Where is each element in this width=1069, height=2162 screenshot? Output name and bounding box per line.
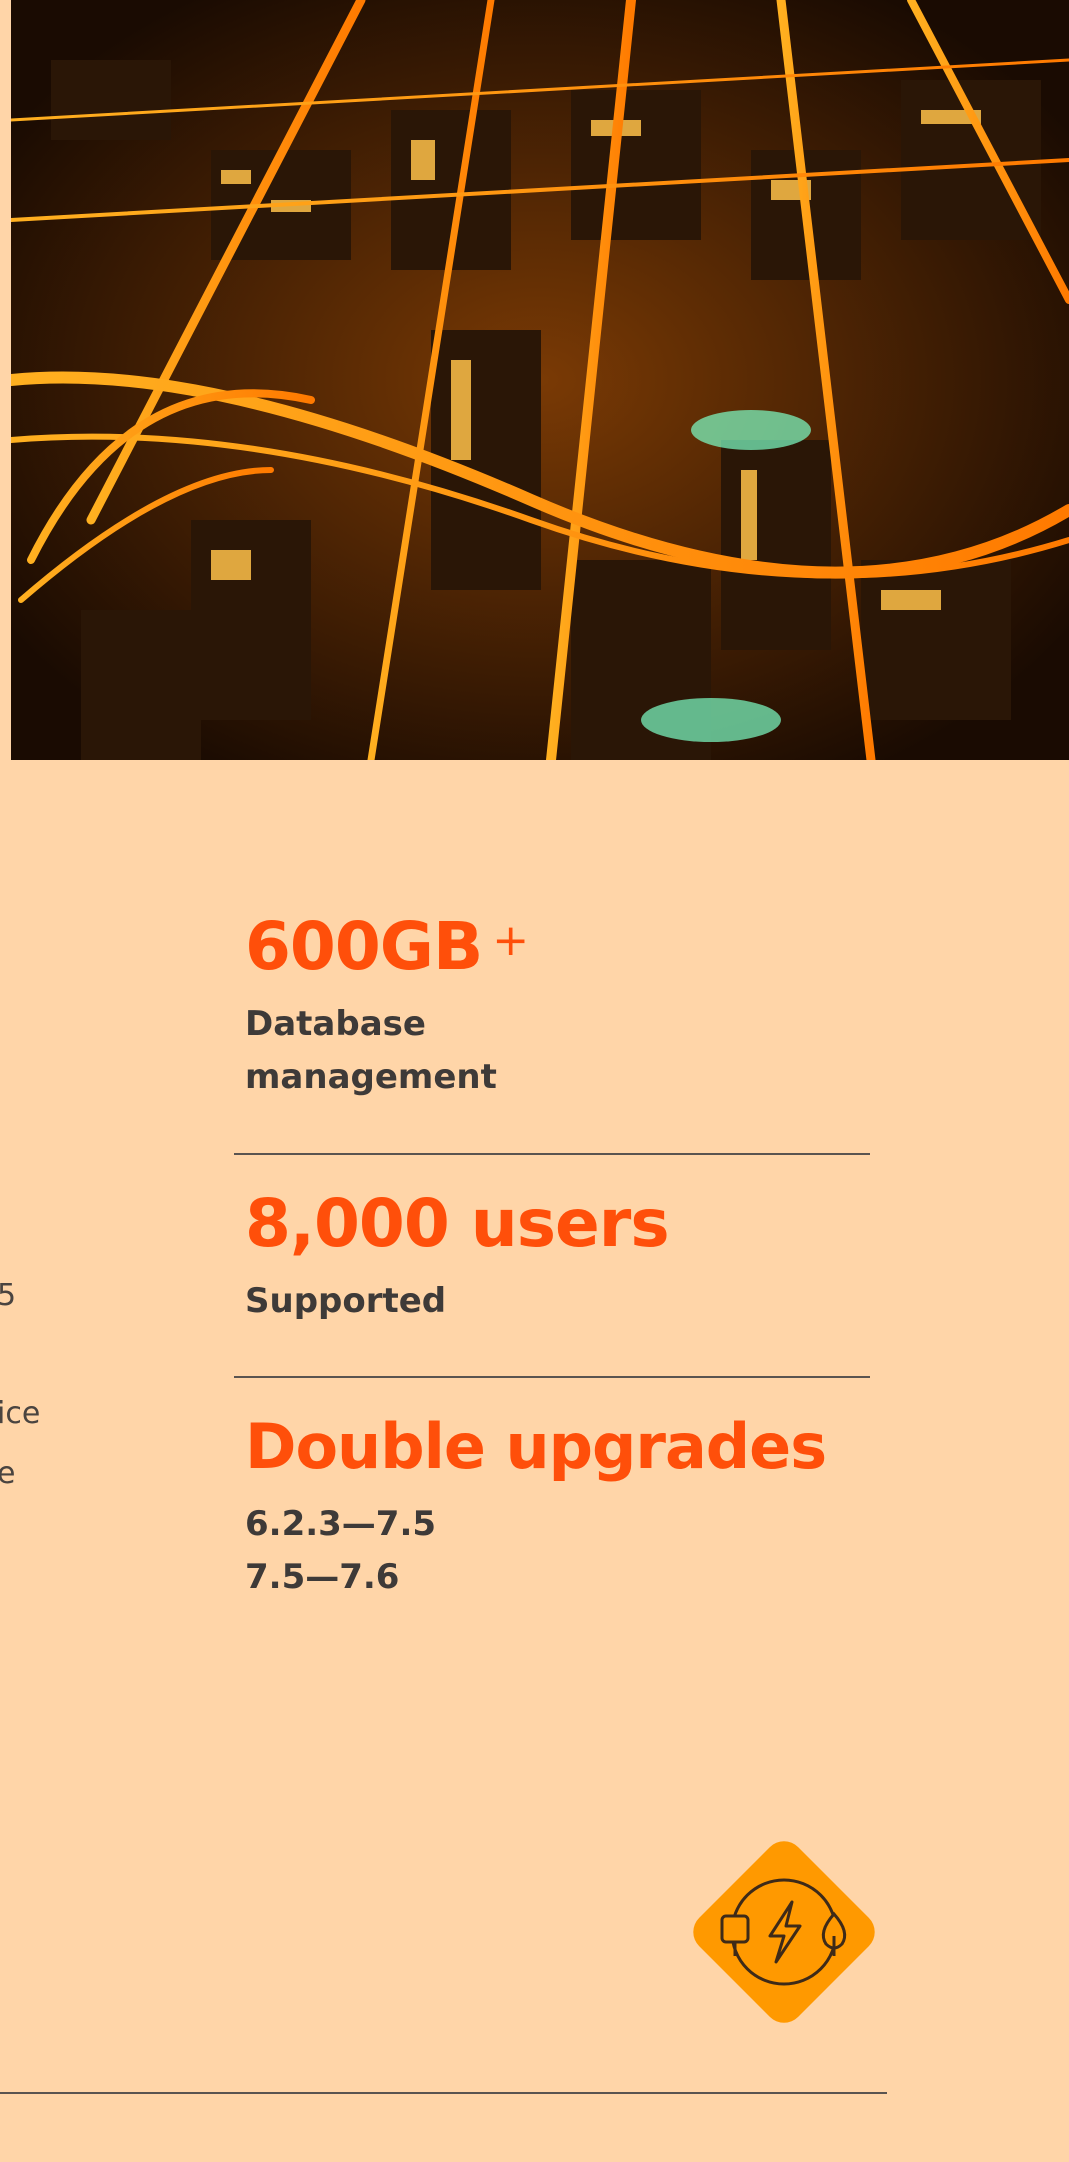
plug-lightning-leaf-icon [693, 1841, 875, 2023]
stat-caption-line-1: Supported [245, 1281, 447, 1321]
stat-caption-line-1: 6.2.3—7.5 [245, 1504, 437, 1544]
sustainability-badge [680, 1828, 888, 2036]
stat-caption-line-2: management [245, 1057, 497, 1097]
stat-value: 600GB + [245, 907, 529, 995]
hero-photo [11, 0, 1069, 760]
stat-value-text: 600GB [245, 908, 483, 985]
bottom-divider [0, 2092, 887, 2094]
stat-caption-line-2: 7.5—7.6 [245, 1557, 400, 1597]
clipped-side-text-3: e [0, 1456, 16, 1491]
stat-value-suffix: + [492, 915, 529, 966]
stat-value: 8,000 users [245, 1185, 670, 1262]
clipped-side-text-2: ice [0, 1396, 41, 1431]
stat-value: Double upgrades [245, 1410, 827, 1483]
city-night-photo [11, 0, 1069, 760]
clipped-side-text-1: 5 [0, 1278, 17, 1313]
divider [234, 1376, 870, 1378]
divider [234, 1153, 870, 1155]
stat-caption-line-1: Database [245, 1004, 426, 1044]
